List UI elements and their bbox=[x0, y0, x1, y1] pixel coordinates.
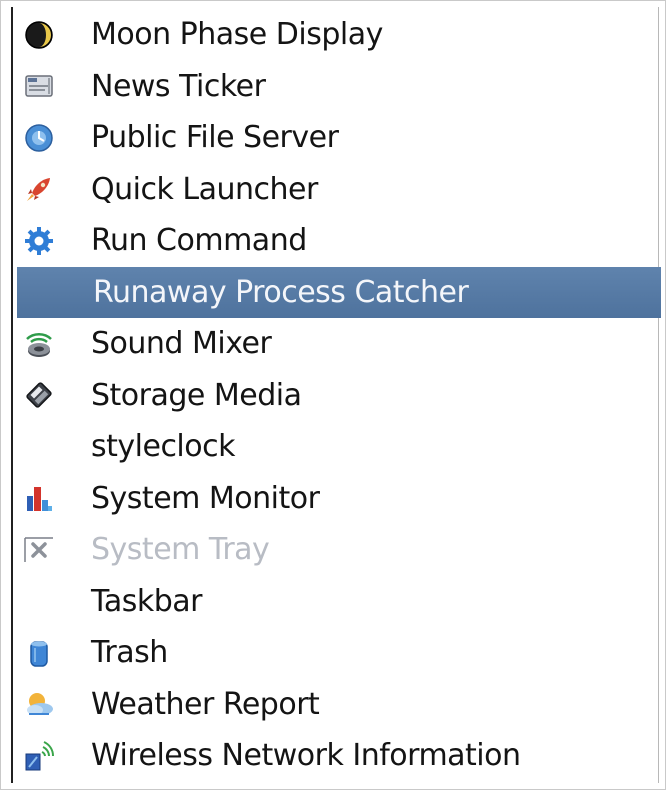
list-item-public-file-server[interactable]: Public File Server bbox=[15, 112, 661, 164]
list-item-label: Wireless Network Information bbox=[91, 738, 521, 774]
rocket-icon bbox=[21, 171, 57, 207]
list-item-label: Runaway Process Catcher bbox=[93, 274, 469, 310]
list-item-storage-media[interactable]: Storage Media bbox=[15, 370, 661, 422]
list-item-label: Trash bbox=[91, 635, 168, 671]
gear-icon bbox=[21, 223, 57, 259]
list-item-system-monitor[interactable]: System Monitor bbox=[15, 473, 661, 525]
wireless-icon bbox=[21, 738, 57, 774]
list-item-runaway-process-catcher[interactable]: Runaway Process Catcher bbox=[17, 266, 661, 318]
disk-icon bbox=[21, 377, 57, 413]
list-item-label: Quick Launcher bbox=[91, 171, 318, 207]
blank-icon bbox=[21, 429, 57, 465]
left-border bbox=[11, 7, 13, 783]
list-item-label: Storage Media bbox=[91, 377, 302, 413]
list-item-trash[interactable]: Trash bbox=[15, 627, 661, 679]
list-item-label: Public File Server bbox=[91, 120, 339, 156]
list-item-label: System Tray bbox=[91, 532, 270, 568]
list-item-label: Weather Report bbox=[91, 686, 320, 722]
list-item-label: System Monitor bbox=[91, 480, 320, 516]
list-item-wireless-network-information[interactable]: Wireless Network Information bbox=[15, 730, 661, 782]
list-item-run-command[interactable]: Run Command bbox=[15, 215, 661, 267]
list-item-label: News Ticker bbox=[91, 68, 266, 104]
list-item-quick-launcher[interactable]: Quick Launcher bbox=[15, 164, 661, 216]
list-item-label: styleclock bbox=[91, 429, 236, 465]
list-item-system-tray[interactable]: System Tray bbox=[15, 524, 661, 576]
close-icon bbox=[21, 532, 57, 568]
list-item-label: Moon Phase Display bbox=[91, 17, 383, 53]
blank-icon bbox=[23, 274, 59, 310]
speaker-icon bbox=[21, 326, 57, 362]
list-item-styleclock[interactable]: styleclock bbox=[15, 421, 661, 473]
applet-list: Moon Phase Display News Ticker Public Fi… bbox=[15, 9, 661, 782]
list-item-sound-mixer[interactable]: Sound Mixer bbox=[15, 318, 661, 370]
moon-phase-icon bbox=[21, 17, 57, 53]
list-item-label: Run Command bbox=[91, 223, 307, 259]
list-item-label: Sound Mixer bbox=[91, 326, 272, 362]
list-item-weather-report[interactable]: Weather Report bbox=[15, 679, 661, 731]
list-item-news-ticker[interactable]: News Ticker bbox=[15, 61, 661, 113]
bar-chart-icon bbox=[21, 480, 57, 516]
list-item-moon-phase-display[interactable]: Moon Phase Display bbox=[15, 9, 661, 61]
list-item-taskbar[interactable]: Taskbar bbox=[15, 576, 661, 628]
news-ticker-icon bbox=[21, 68, 57, 104]
list-item-label: Taskbar bbox=[91, 583, 203, 619]
blank-icon bbox=[21, 583, 57, 619]
file-server-icon bbox=[21, 120, 57, 156]
applet-list-window: Moon Phase Display News Ticker Public Fi… bbox=[0, 0, 666, 790]
trash-icon bbox=[21, 635, 57, 671]
weather-icon bbox=[21, 686, 57, 722]
